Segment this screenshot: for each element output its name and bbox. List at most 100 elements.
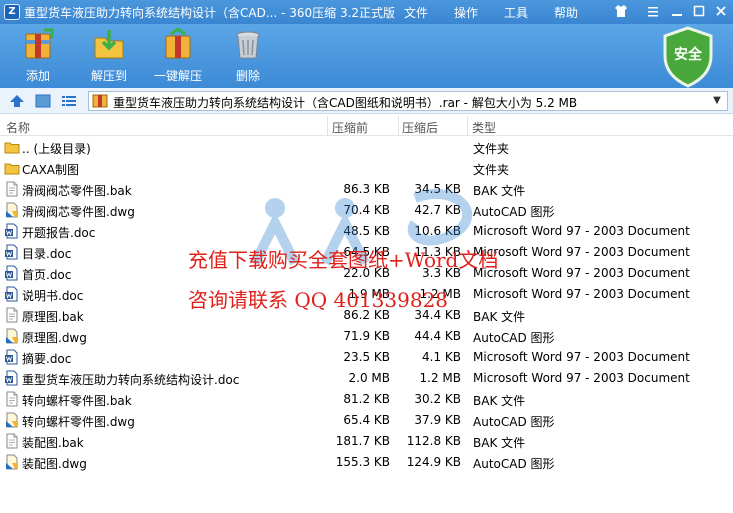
menu-file[interactable]: 文件	[404, 4, 428, 21]
bak-file-icon	[4, 181, 20, 197]
word-doc-icon	[4, 349, 20, 365]
file-row[interactable]: 装配图.dwg 155.3 KB 124.9 KB AutoCAD 图形	[0, 452, 733, 473]
security-label: 安全	[674, 47, 702, 63]
file-row[interactable]: .. (上级目录) 文件夹	[0, 137, 733, 158]
autocad-file-icon	[4, 328, 20, 344]
file-name: 原理图.bak	[22, 310, 84, 324]
list-view-icon[interactable]	[60, 93, 78, 109]
column-name[interactable]: 名称	[6, 119, 30, 136]
delete-button[interactable]: 删除	[228, 28, 268, 86]
file-name: 重型货车液压助力转向系统结构设计.doc	[22, 373, 240, 387]
add-button[interactable]: 添加	[18, 28, 58, 86]
column-header: 名称 压缩前 压缩后 类型	[0, 116, 733, 136]
thumbnail-view-icon[interactable]	[34, 93, 52, 109]
file-name: 首页.doc	[22, 268, 72, 282]
file-compressed-size: 44.4 KB	[414, 329, 461, 343]
autocad-file-icon	[4, 412, 20, 428]
folder-icon	[4, 160, 20, 176]
title-bar: Z 重型货车液压助力转向系统结构设计（含CAD... - 360压缩 3.2正式…	[0, 0, 733, 24]
autocad-file-icon	[4, 454, 20, 470]
file-type: AutoCAD 图形	[473, 415, 555, 429]
autocad-file-icon	[4, 202, 20, 218]
bak-file-icon	[4, 391, 20, 407]
window-title: 重型货车液压助力转向系统结构设计（含CAD... - 360压缩 3.2正式版	[24, 6, 396, 20]
watermark-line-1: 充值下载购买全套图纸+Word文档	[188, 248, 499, 272]
menu-operate[interactable]: 操作	[454, 4, 478, 21]
file-type: AutoCAD 图形	[473, 331, 555, 345]
file-name: 转向螺杆零件图.bak	[22, 394, 132, 408]
file-type: Microsoft Word 97 - 2003 Document	[473, 266, 690, 280]
column-type[interactable]: 类型	[472, 119, 496, 136]
file-compressed-size: 37.9 KB	[414, 413, 461, 427]
minimize-icon[interactable]	[668, 3, 686, 21]
file-row[interactable]: 转向螺杆零件图.dwg 65.4 KB 37.9 KB AutoCAD 图形	[0, 410, 733, 431]
file-name: 目录.doc	[22, 247, 72, 261]
column-packed[interactable]: 压缩前	[332, 119, 368, 136]
path-field[interactable]: 重型货车液压助力转向系统结构设计（含CAD图纸和说明书）.rar - 解包大小为…	[88, 91, 728, 111]
trash-icon	[236, 31, 260, 59]
column-divider[interactable]	[467, 116, 468, 136]
file-name: 原理图.dwg	[22, 331, 87, 345]
file-type: AutoCAD 图形	[473, 457, 555, 471]
extract-to-icon	[94, 30, 124, 59]
one-click-extract-button[interactable]: 一键解压	[150, 28, 206, 86]
file-packed-size: 2.0 MB	[348, 371, 390, 385]
path-text: 重型货车液压助力转向系统结构设计（含CAD图纸和说明书）.rar - 解包大小为…	[113, 96, 578, 110]
menu-tools[interactable]: 工具	[504, 4, 528, 21]
menu-help[interactable]: 帮助	[554, 4, 578, 21]
skin-shirt-icon[interactable]	[612, 3, 630, 21]
up-arrow-icon[interactable]	[8, 93, 26, 109]
one-click-extract-label: 一键解压	[153, 69, 202, 83]
word-doc-icon	[4, 223, 20, 239]
file-name: 装配图.dwg	[22, 457, 87, 471]
file-type: 文件夹	[473, 163, 510, 177]
word-doc-icon	[4, 244, 20, 260]
file-packed-size: 155.3 KB	[335, 455, 390, 469]
column-compressed[interactable]: 压缩后	[402, 119, 438, 136]
delete-label: 删除	[235, 69, 260, 83]
file-type: Microsoft Word 97 - 2003 Document	[473, 371, 690, 385]
extract-to-button[interactable]: 解压到	[86, 28, 132, 86]
file-name: 说明书.doc	[22, 289, 84, 303]
file-row[interactable]: 转向螺杆零件图.bak 81.2 KB 30.2 KB BAK 文件	[0, 389, 733, 410]
file-packed-size: 71.9 KB	[343, 329, 390, 343]
file-compressed-size: 1.2 MB	[419, 371, 461, 385]
menu-dropdown-icon[interactable]	[644, 3, 662, 21]
file-type: Microsoft Word 97 - 2003 Document	[473, 350, 690, 364]
file-name: CAXA制图	[22, 163, 80, 177]
column-divider[interactable]	[327, 116, 328, 136]
file-packed-size: 81.2 KB	[343, 392, 390, 406]
column-divider[interactable]	[398, 116, 399, 136]
file-type: Microsoft Word 97 - 2003 Document	[473, 287, 690, 301]
bak-file-icon	[4, 307, 20, 323]
file-type: 文件夹	[473, 142, 510, 156]
word-doc-icon	[4, 265, 20, 281]
file-type: BAK 文件	[473, 394, 526, 408]
file-name: 滑阀阀芯零件图.dwg	[22, 205, 135, 219]
file-type: BAK 文件	[473, 310, 526, 324]
file-row[interactable]: 摘要.doc 23.5 KB 4.1 KB Microsoft Word 97 - 2…	[0, 347, 733, 368]
file-packed-size: 181.7 KB	[335, 434, 390, 448]
add-label: 添加	[25, 69, 50, 83]
app-logo-icon: Z	[4, 4, 20, 20]
add-archive-icon	[25, 28, 54, 59]
word-doc-icon	[4, 370, 20, 386]
bak-file-icon	[4, 433, 20, 449]
file-compressed-size: 124.9 KB	[406, 455, 461, 469]
security-shield[interactable]: 安全	[661, 26, 715, 88]
file-row[interactable]: 装配图.bak 181.7 KB 112.8 KB BAK 文件	[0, 431, 733, 452]
file-row[interactable]: CAXA制图 文件夹	[0, 158, 733, 179]
file-name: 装配图.bak	[22, 436, 84, 450]
file-row[interactable]: 原理图.dwg 71.9 KB 44.4 KB AutoCAD 图形	[0, 326, 733, 347]
file-name: 摘要.doc	[22, 352, 72, 366]
file-compressed-size: 4.1 KB	[422, 350, 461, 364]
maximize-icon[interactable]	[690, 3, 708, 21]
address-bar: 重型货车液压助力转向系统结构设计（含CAD图纸和说明书）.rar - 解包大小为…	[0, 88, 733, 114]
close-icon[interactable]	[712, 3, 730, 21]
file-name: 滑阀阀芯零件图.bak	[22, 184, 132, 198]
file-packed-size: 23.5 KB	[343, 350, 390, 364]
watermark-line-2: 咨询请联系 QQ 401339828	[188, 288, 449, 312]
folder-icon	[4, 139, 20, 155]
chevron-down-icon[interactable]: ▼	[709, 93, 725, 109]
file-row[interactable]: 重型货车液压助力转向系统结构设计.doc 2.0 MB 1.2 MB Microsof…	[0, 368, 733, 389]
